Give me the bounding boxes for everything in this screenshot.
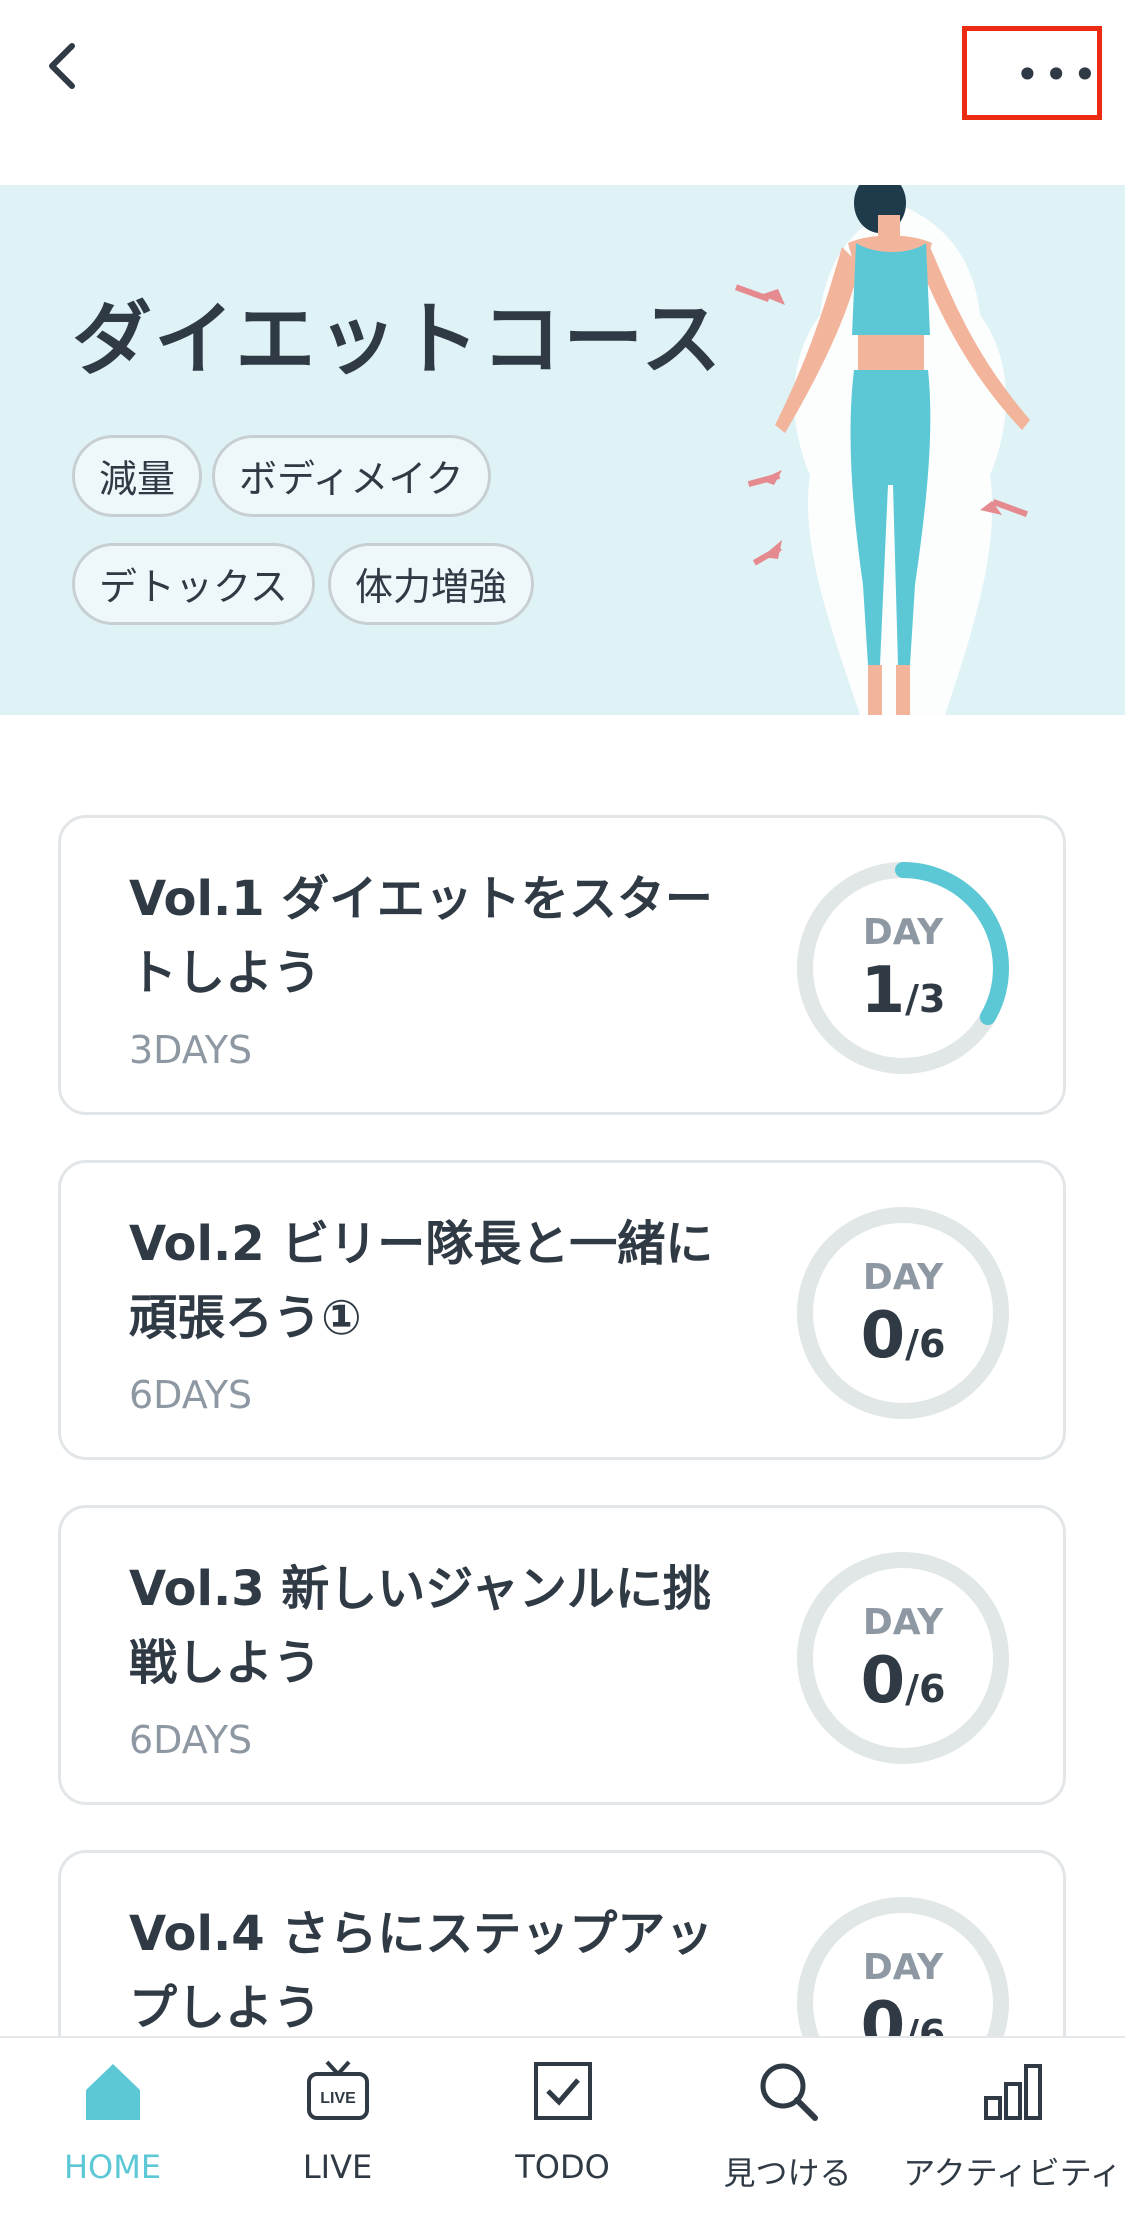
course-card-duration: 6DAYS [129, 1718, 253, 1762]
day-label: DAY [862, 912, 944, 953]
tab-label: 見つける [723, 2154, 852, 2192]
day-current: 1 [860, 954, 906, 1028]
tab-label: アクティビティ [903, 2154, 1122, 2192]
day-progress: 1/3 [791, 954, 1015, 1028]
checkbox-icon [534, 2062, 592, 2120]
tab-label: TODO [515, 2148, 610, 2186]
day-current: 0 [860, 1299, 906, 1373]
day-progress: 0/6 [791, 1644, 1015, 1718]
course-card-vol3[interactable]: Vol.3 新しいジャンルに挑戦しよう 6DAYS DAY 0/6 [58, 1505, 1066, 1805]
tab-label: LIVE [302, 2148, 373, 2186]
course-card-duration: 6DAYS [129, 1373, 253, 1417]
day-total: /6 [905, 1322, 946, 1366]
tag-weight-loss: 減量 [72, 435, 203, 517]
day-label: DAY [862, 1602, 944, 1643]
course-card-vol2[interactable]: Vol.2 ビリー隊長と一緒に頑張ろう① 6DAYS DAY 0/6 [58, 1160, 1066, 1460]
tab-activity[interactable]: アクティビティ [900, 2038, 1125, 2226]
tab-discover[interactable]: 見つける [675, 2038, 900, 2226]
day-label: DAY [862, 1257, 944, 1298]
tab-label: HOME [63, 2148, 162, 2186]
course-title: ダイエットコース [72, 293, 724, 386]
woman-slimming-illustration [734, 185, 1030, 715]
svg-text:LIVE: LIVE [320, 2090, 356, 2107]
bottom-tab-bar: HOME LIVE LIVE TODO 見つける アクティビティ [0, 2036, 1125, 2226]
day-total: /3 [905, 977, 946, 1021]
chevron-left-icon [49, 43, 75, 89]
course-card-vol1[interactable]: Vol.1 ダイエットをスタートしよう 3DAYS DAY 1/3 [58, 815, 1066, 1115]
day-progress: 0/6 [791, 1299, 1015, 1373]
tag-stamina: 体力増強 [328, 543, 535, 625]
course-card-title: Vol.2 ビリー隊長と一緒に頑張ろう① [129, 1216, 714, 1346]
course-card-title: Vol.1 ダイエットをスタートしよう [129, 871, 713, 1001]
home-icon [86, 2064, 140, 2120]
tab-home[interactable]: HOME [0, 2038, 225, 2226]
course-card-title: Vol.3 新しいジャンルに挑戦しよう [129, 1561, 711, 1691]
search-icon [760, 2063, 818, 2121]
back-button[interactable] [34, 30, 94, 100]
course-card-title: Vol.4 さらにステップアップしよう [129, 1906, 714, 2036]
day-total: /6 [905, 1667, 946, 1711]
tag-detox: デトックス [72, 543, 315, 625]
tab-todo[interactable]: TODO [450, 2038, 675, 2226]
day-label: DAY [862, 1947, 944, 1988]
tab-live[interactable]: LIVE LIVE [225, 2038, 450, 2226]
tag-body-make: ボディメイク [212, 435, 491, 517]
bar-chart-icon [984, 2064, 1042, 2120]
course-hero: ダイエットコース 減量 ボディメイク デトックス 体力増強 [0, 185, 1125, 715]
day-current: 0 [860, 1644, 906, 1718]
more-horizontal-icon: ••• [1015, 50, 1102, 99]
course-card-duration: 3DAYS [129, 1028, 253, 1072]
more-options-button[interactable]: ••• [962, 26, 1102, 120]
tv-live-icon: LIVE [307, 2060, 369, 2120]
top-bar: ••• [0, 0, 1125, 185]
